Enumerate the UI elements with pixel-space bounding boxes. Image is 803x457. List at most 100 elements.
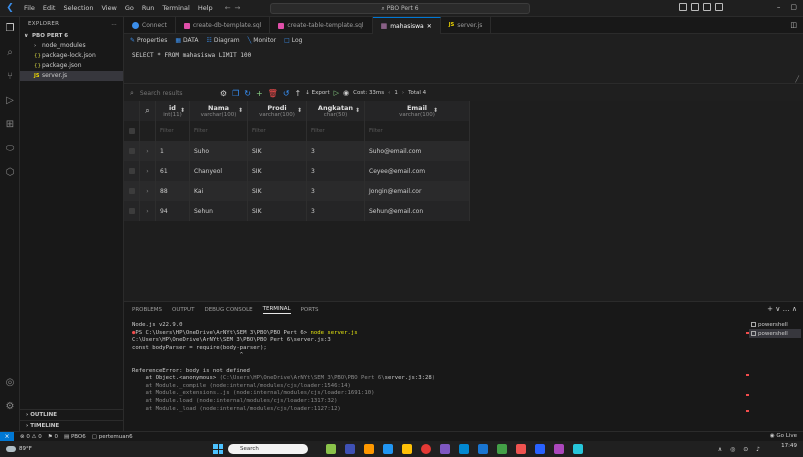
app-icon[interactable] [497, 444, 507, 454]
new-terminal-icon[interactable]: + [767, 305, 773, 313]
checkbox[interactable] [128, 168, 135, 174]
cell-prodi[interactable]: SIK [248, 161, 307, 181]
query-text[interactable]: SELECT * FROM mahasiswa LIMIT 100 [132, 52, 251, 59]
cell-angkatan[interactable]: 3 [307, 161, 365, 181]
monitor-button[interactable]: ╲ Monitor [248, 37, 276, 44]
app-icon[interactable] [554, 444, 564, 454]
cell-email[interactable]: Suho@email.com [365, 141, 470, 161]
cell-id[interactable]: 88 [156, 181, 190, 201]
cell-email[interactable]: Sehun@email.con [365, 201, 470, 221]
sort-icon[interactable]: ⬍ [355, 107, 360, 114]
app-icon[interactable] [459, 444, 469, 454]
cell-email[interactable]: Jongin@email.cor [365, 181, 470, 201]
minimize-icon[interactable]: – [777, 3, 781, 11]
export-button[interactable]: ↓ Export [305, 90, 329, 96]
run-icon[interactable]: ▷ [334, 89, 339, 97]
table-row[interactable]: › 94 Sehun SIK 3 Sehun@email.con [124, 201, 470, 221]
folder-indicator[interactable]: ▢ pertemuan6 [92, 434, 133, 440]
sort-icon[interactable]: ⬍ [297, 107, 302, 114]
table-row[interactable]: › 61 Chanyeol SIK 3 Ceyee@email.com [124, 161, 470, 181]
go-live-button[interactable]: ◉ Go Live [770, 433, 797, 439]
tab-mahasiswa[interactable]: ▦ mahasiswa ✕ [372, 17, 441, 35]
cell-email[interactable]: Ceyee@email.com [365, 161, 470, 181]
checkbox[interactable] [128, 208, 135, 214]
problems-count[interactable]: ⊗ 0 ⚠ 0 [20, 434, 42, 440]
source-control-icon[interactable]: ⑂ [4, 71, 16, 83]
tree-item-server-js[interactable]: JS server.js [20, 71, 123, 81]
table-row[interactable]: › 1 Suho SIK 3 Suho@email.com [124, 141, 470, 161]
cell-prodi[interactable]: SIK [248, 201, 307, 221]
diagram-button[interactable]: ☷ Diagram [207, 37, 240, 44]
expand-row-icon[interactable]: › [140, 141, 156, 161]
column-header-nama[interactable]: Nama varchar(100) ⬍ [190, 101, 248, 121]
menu-run[interactable]: Run [138, 4, 158, 12]
tab-connect[interactable]: Connect [124, 17, 176, 34]
sort-icon[interactable]: ⬍ [238, 107, 243, 114]
properties-button[interactable]: ✎ Properties [130, 37, 167, 44]
menu-file[interactable]: File [20, 4, 39, 12]
delete-row-icon[interactable]: 🗑 [268, 89, 278, 98]
prev-page-icon[interactable]: ‹ [388, 90, 390, 96]
close-icon[interactable]: ✕ [427, 18, 432, 35]
eye-icon[interactable]: ◉ [343, 89, 349, 97]
tab-debug-console[interactable]: DEBUG CONSOLE [204, 307, 252, 313]
search-icon[interactable]: ⌕ [4, 47, 16, 59]
filter-input-id[interactable]: Filter [156, 121, 190, 141]
copy-icon[interactable]: ❐ [232, 89, 239, 98]
app-icon[interactable] [516, 444, 526, 454]
expand-row-icon[interactable]: › [140, 201, 156, 221]
data-button[interactable]: ▦ DATA [175, 37, 198, 44]
cell-angkatan[interactable]: 3 [307, 181, 365, 201]
tree-item-package-lock[interactable]: {}package-lock.json [20, 51, 123, 61]
search-column-header[interactable]: ⌕ [140, 101, 156, 121]
database-icon[interactable]: ⬭ [4, 143, 16, 155]
menu-terminal[interactable]: Terminal [158, 4, 193, 12]
explorer-icon[interactable]: ❐ [4, 23, 16, 35]
expand-row-icon[interactable]: › [140, 161, 156, 181]
more-actions-icon[interactable]: … [111, 17, 117, 31]
cell-prodi[interactable]: SIK [248, 181, 307, 201]
cell-id[interactable]: 94 [156, 201, 190, 221]
tree-item-package-json[interactable]: {}package.json [20, 61, 123, 71]
filter-input-email[interactable]: Filter [365, 121, 470, 141]
menu-view[interactable]: View [97, 4, 120, 12]
next-page-icon[interactable]: › [402, 90, 404, 96]
windows-start-icon[interactable] [213, 444, 223, 454]
ports-count[interactable]: ⚑ 0 [48, 434, 58, 440]
results-search-input[interactable] [139, 87, 214, 99]
cell-nama[interactable]: Sehun [190, 201, 248, 221]
terminal-instance[interactable]: powershell [749, 329, 801, 338]
filter-input-nama[interactable]: Filter [190, 121, 248, 141]
page-number[interactable]: 1 [394, 90, 398, 96]
refresh-icon[interactable]: ↻ [244, 89, 251, 98]
cell-nama[interactable]: Suho [190, 141, 248, 161]
toggle-secondary-sidebar-icon[interactable] [703, 3, 711, 11]
checkbox[interactable] [128, 128, 135, 134]
split-editor-icon[interactable]: ◫ [790, 21, 797, 29]
stack-file[interactable]: server.js:3:28 [385, 375, 432, 381]
tab-create-db-template[interactable]: create-db-template.sql [176, 17, 271, 34]
app-icon[interactable] [383, 444, 393, 454]
cell-angkatan[interactable]: 3 [307, 201, 365, 221]
chrome-icon[interactable] [421, 444, 431, 454]
file-explorer-icon[interactable] [402, 444, 412, 454]
nosql-icon[interactable]: ⬡ [4, 167, 16, 179]
app-icon[interactable] [440, 444, 450, 454]
add-row-icon[interactable]: + [256, 89, 263, 98]
nav-arrows-icon[interactable]: ←→ [225, 4, 245, 12]
filter-input-angkatan[interactable]: Filter [307, 121, 365, 141]
cell-id[interactable]: 1 [156, 141, 190, 161]
system-tray-icons[interactable]: ∧ ◎ ⊙ ♪ [718, 446, 763, 453]
filter-input-prodi[interactable]: Filter [248, 121, 307, 141]
toggle-panel-icon[interactable] [691, 3, 699, 11]
app-icon[interactable] [345, 444, 355, 454]
remote-icon[interactable]: ⨯ [0, 431, 14, 442]
app-icon[interactable] [478, 444, 488, 454]
extensions-icon[interactable]: ⊞ [4, 119, 16, 131]
column-header-angkatan[interactable]: Angkatan char(50) ⬍ [307, 101, 365, 121]
column-header-id[interactable]: id int(11) ⬍ [156, 101, 190, 121]
account-icon[interactable]: ◎ [4, 377, 16, 389]
tab-ports[interactable]: PORTS [301, 307, 319, 313]
cell-angkatan[interactable]: 3 [307, 141, 365, 161]
cell-prodi[interactable]: SIK [248, 141, 307, 161]
